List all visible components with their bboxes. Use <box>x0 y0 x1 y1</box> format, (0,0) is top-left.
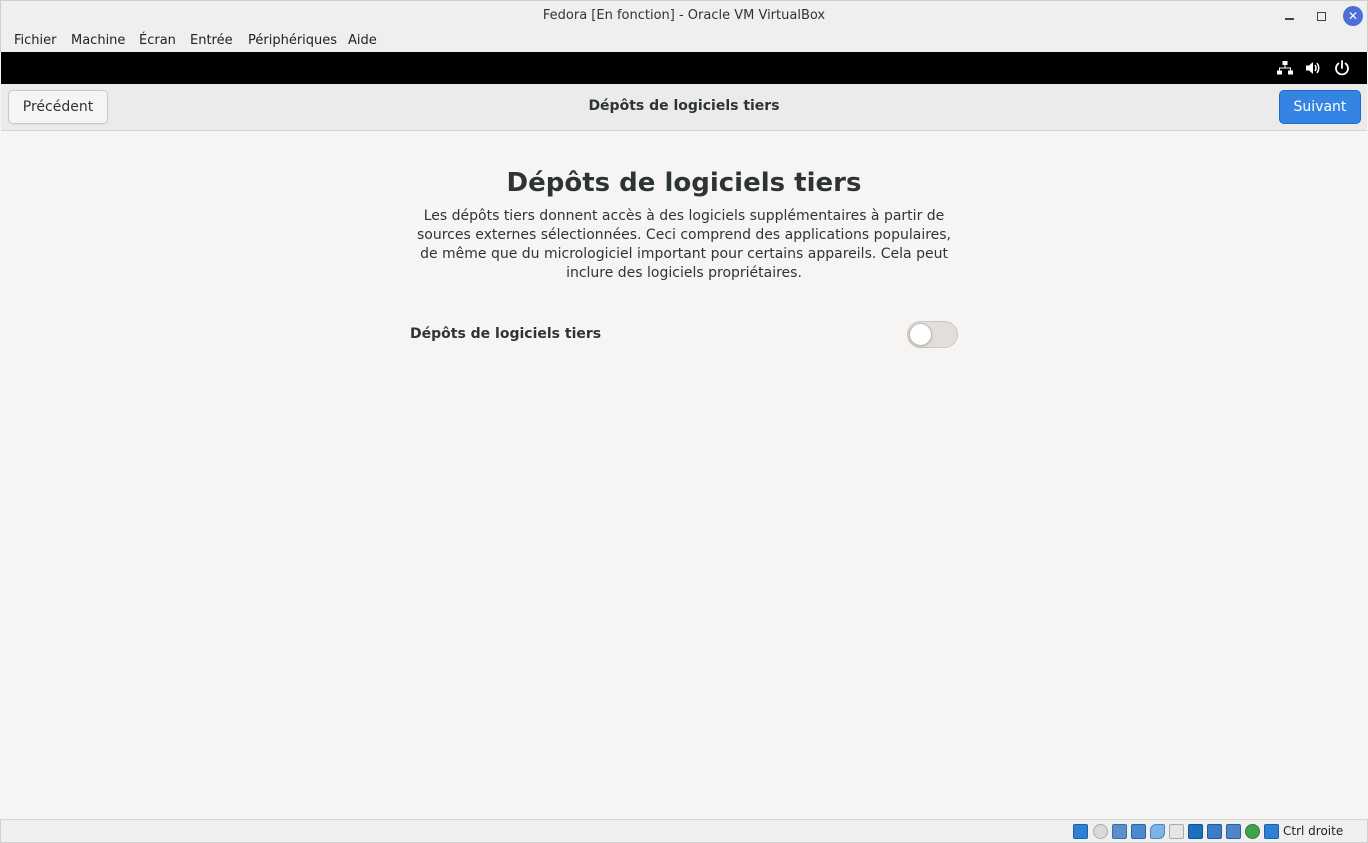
header-title: Dépôts de logiciels tiers <box>588 98 780 114</box>
hard-disk-icon[interactable] <box>1073 824 1088 839</box>
vbox-status-bar: Ctrl droite <box>0 819 1368 843</box>
menu-machine[interactable]: Machine <box>71 33 125 48</box>
menu-ecran[interactable]: Écran <box>139 33 176 48</box>
guest-top-bar <box>1 52 1367 84</box>
header-bar: Précédent Dépôts de logiciels tiers Suiv… <box>1 84 1367 131</box>
usb-icon[interactable] <box>1150 824 1165 839</box>
menu-entree[interactable]: Entrée <box>190 33 233 48</box>
close-icon: ✕ <box>1347 9 1359 23</box>
switch-knob <box>909 323 932 346</box>
maximize-button[interactable] <box>1311 6 1331 26</box>
keyboard-capture-icon[interactable] <box>1264 824 1279 839</box>
page-title: Dépôts de logiciels tiers <box>506 168 862 198</box>
close-button[interactable]: ✕ <box>1343 6 1363 26</box>
power-icon[interactable] <box>1333 59 1351 77</box>
audio-icon[interactable] <box>1112 824 1127 839</box>
menu-aide[interactable]: Aide <box>348 33 377 48</box>
virtualization-icon[interactable] <box>1226 824 1241 839</box>
recording-icon[interactable] <box>1207 824 1222 839</box>
window-titlebar: Fedora [En fonction] - Oracle VM Virtual… <box>0 0 1368 30</box>
menu-fichier[interactable]: Fichier <box>14 33 57 48</box>
minimize-button[interactable] <box>1279 6 1299 26</box>
next-button[interactable]: Suivant <box>1279 90 1361 124</box>
third-party-repos-label: Dépôts de logiciels tiers <box>410 326 602 342</box>
maximize-icon <box>1316 11 1326 21</box>
volume-icon[interactable] <box>1304 59 1322 77</box>
menubar: Fichier Machine Écran Entrée Périphériqu… <box>0 30 1368 52</box>
minimize-icon <box>1284 18 1294 20</box>
third-party-repos-switch[interactable] <box>907 321 958 348</box>
guest-additions-icon[interactable] <box>1245 824 1260 839</box>
host-key-label: Ctrl droite <box>1283 824 1344 838</box>
main-content: Dépôts de logiciels tiers Les dépôts tie… <box>1 131 1367 819</box>
window-title: Fedora [En fonction] - Oracle VM Virtual… <box>542 8 826 23</box>
menu-peripheriques[interactable]: Périphériques <box>248 33 337 48</box>
optical-drive-icon[interactable] <box>1093 824 1108 839</box>
display-icon[interactable] <box>1188 824 1203 839</box>
shared-folders-icon[interactable] <box>1169 824 1184 839</box>
network-icon[interactable] <box>1276 59 1294 77</box>
page-description: Les dépôts tiers donnent accès à des log… <box>416 208 952 281</box>
network-adapter-icon[interactable] <box>1131 824 1146 839</box>
